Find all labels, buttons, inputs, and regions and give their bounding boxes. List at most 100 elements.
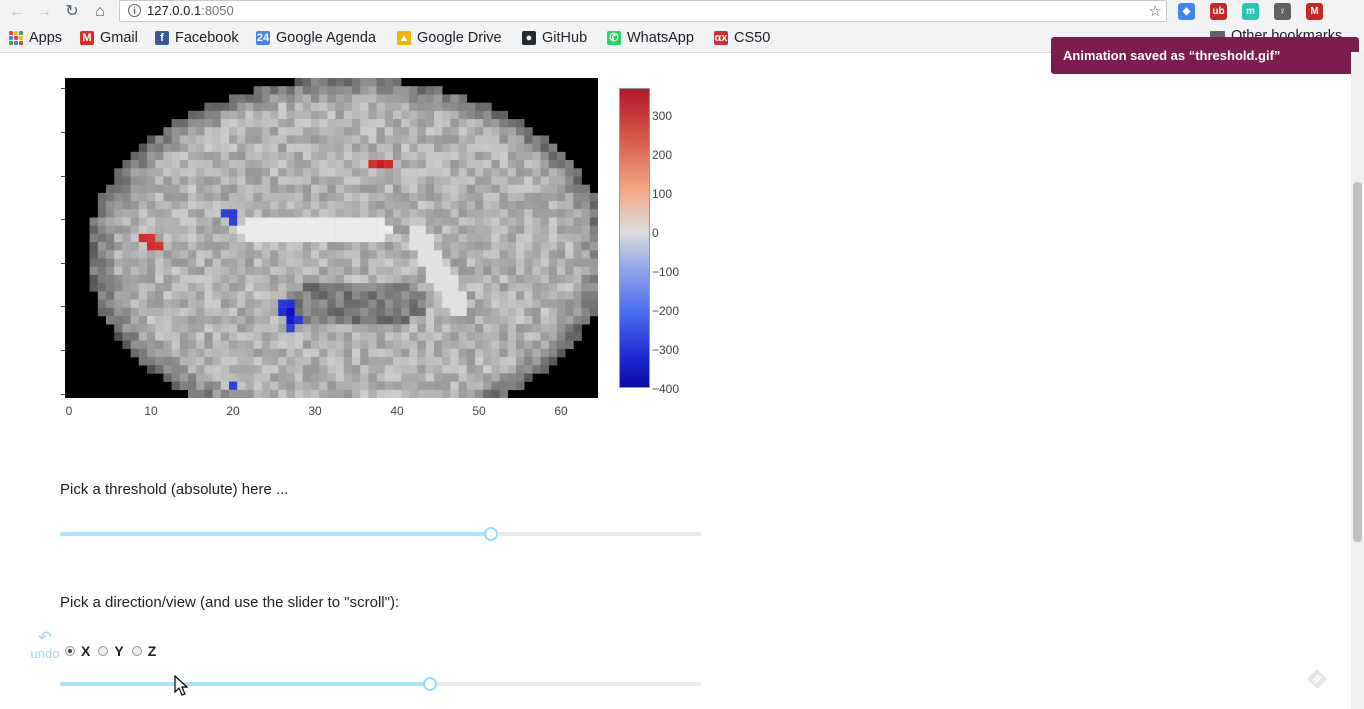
highlighted-voxel <box>286 324 295 333</box>
star-icon[interactable]: ☆ <box>1149 2 1162 20</box>
back-arrow-icon[interactable]: ← <box>6 1 28 23</box>
colorbar-tick-label: −400 <box>652 382 680 396</box>
dash-debug-icon[interactable] <box>1306 668 1328 690</box>
highlighted-voxel <box>368 160 377 169</box>
drive-icon: ▲ <box>397 31 411 45</box>
highlighted-voxel <box>229 217 238 226</box>
highlighted-voxel <box>147 242 156 251</box>
bookmark-whatsapp[interactable]: ✆ WhatsApp <box>607 29 694 47</box>
cs50-icon: αx <box>714 31 728 45</box>
highlighted-voxel <box>286 315 295 325</box>
x-tick-label: 10 <box>144 404 158 418</box>
highlighted-voxel <box>384 160 393 169</box>
whatsapp-icon: ✆ <box>607 31 621 45</box>
slice-slider[interactable] <box>60 677 701 691</box>
ext-mail-icon[interactable]: M <box>1306 3 1323 20</box>
page-scrollbar[interactable] <box>1351 52 1364 709</box>
radio-option-y[interactable]: Y <box>98 643 124 659</box>
colorbar-tick-label: −300 <box>652 343 680 357</box>
highlighted-voxel <box>286 307 295 316</box>
ext-bulb-icon[interactable]: ♀ <box>1274 3 1291 20</box>
mouse-cursor-icon <box>174 675 188 696</box>
highlighted-voxel <box>286 299 295 308</box>
github-icon: ● <box>522 31 536 45</box>
threshold-slider[interactable] <box>60 527 701 541</box>
bookmark-facebook[interactable]: f Facebook <box>155 29 239 47</box>
radio-label: Y <box>114 643 124 659</box>
slice-slider-fill <box>60 682 430 686</box>
undo-button[interactable]: ↶ undo <box>29 628 61 661</box>
highlighted-voxel <box>278 299 287 308</box>
direction-label: Pick a direction/view (and use the slide… <box>60 594 400 611</box>
forward-arrow-icon[interactable]: → <box>33 1 55 23</box>
ext-mi-icon[interactable]: m <box>1242 3 1259 20</box>
colorbar-tick-label: 0 <box>652 226 659 240</box>
bookmark-google-agenda[interactable]: 24 Google Agenda <box>256 29 376 47</box>
radio-button[interactable] <box>98 646 109 656</box>
undo-icon: ↶ <box>37 628 53 647</box>
colorbar-tick-label: 200 <box>652 148 673 162</box>
radio-button[interactable] <box>131 646 142 656</box>
bookmark-cs50[interactable]: αx CS50 <box>714 29 770 47</box>
facebook-icon: f <box>155 31 169 45</box>
y-axis-ticks <box>61 78 65 398</box>
home-icon[interactable]: ⌂ <box>89 1 111 23</box>
apps-grid-icon <box>9 31 23 45</box>
slice-slider-handle[interactable] <box>422 677 437 691</box>
y-axis-tick <box>61 219 65 220</box>
ext-ublock-icon[interactable]: ub <box>1210 3 1227 20</box>
ext-diamond-icon[interactable]: ◆ <box>1178 3 1195 20</box>
scrollbar-thumb[interactable] <box>1353 182 1362 542</box>
bookmark-github[interactable]: ● GitHub <box>522 29 587 47</box>
bookmark-label: Google Drive <box>417 30 502 46</box>
highlighted-voxel <box>376 160 385 169</box>
radio-button[interactable] <box>65 646 75 656</box>
y-axis-tick <box>61 350 65 351</box>
highlighted-voxel <box>294 315 303 325</box>
threshold-slider-handle[interactable] <box>483 527 498 541</box>
radio-label: Z <box>147 643 157 659</box>
y-axis-tick <box>61 306 65 307</box>
threshold-slider-fill <box>60 532 491 536</box>
highlighted-voxel <box>147 233 156 243</box>
highlighted-voxel <box>155 242 164 251</box>
gmail-icon: M <box>80 31 94 45</box>
address-bar-input[interactable]: i 127.0.0.1:8050 ☆ <box>119 0 1167 22</box>
colorbar-tick-label: 300 <box>652 109 673 123</box>
y-axis-tick <box>61 263 65 264</box>
bookmark-google-drive[interactable]: ▲ Google Drive <box>397 29 502 47</box>
bookmark-apps[interactable]: Apps <box>9 29 62 47</box>
colorbar-tick-label: −200 <box>652 304 680 318</box>
bookmark-label: WhatsApp <box>627 30 694 46</box>
bookmark-label: GitHub <box>542 30 588 46</box>
bookmark-label: Gmail <box>100 30 138 46</box>
heatmap-canvas <box>89 78 598 398</box>
highlighted-voxel <box>220 209 229 218</box>
bookmark-gmail[interactable]: M Gmail <box>80 29 138 47</box>
x-tick-label: 50 <box>472 404 486 418</box>
y-axis-tick <box>61 132 65 133</box>
browser-toolbar: ← → ↻ ⌂ i 127.0.0.1:8050 ☆ ◆ ub m ♀ M <box>0 0 1364 24</box>
bookmark-label: Google Agenda <box>276 30 376 46</box>
x-tick-label: 60 <box>554 404 568 418</box>
y-axis-tick <box>61 88 65 89</box>
calendar-icon: 24 <box>256 31 270 45</box>
bookmark-label: Apps <box>29 30 63 46</box>
radio-option-x[interactable]: X <box>65 643 90 659</box>
x-tick-label: 0 <box>65 404 73 418</box>
radio-option-z[interactable]: Z <box>131 643 157 659</box>
site-info-icon[interactable]: i <box>128 4 141 17</box>
undo-label: undo <box>30 646 60 661</box>
highlighted-voxel <box>138 233 147 243</box>
radio-label: X <box>81 643 91 659</box>
bookmark-label: Facebook <box>175 30 239 46</box>
highlighted-voxel <box>278 307 287 316</box>
colorbar-tick-label: −100 <box>652 265 680 279</box>
url-text: 127.0.0.1:8050 <box>147 3 234 18</box>
reload-icon[interactable]: ↻ <box>61 1 83 23</box>
threshold-label: Pick a threshold (absolute) here ... <box>60 481 289 498</box>
notification-toast: Animation saved as “threshold.gif” <box>1051 37 1359 74</box>
bookmark-label: CS50 <box>734 30 771 46</box>
direction-radio-group[interactable]: X Y Z <box>65 643 164 659</box>
brain-slice-heatmap[interactable] <box>65 78 598 398</box>
